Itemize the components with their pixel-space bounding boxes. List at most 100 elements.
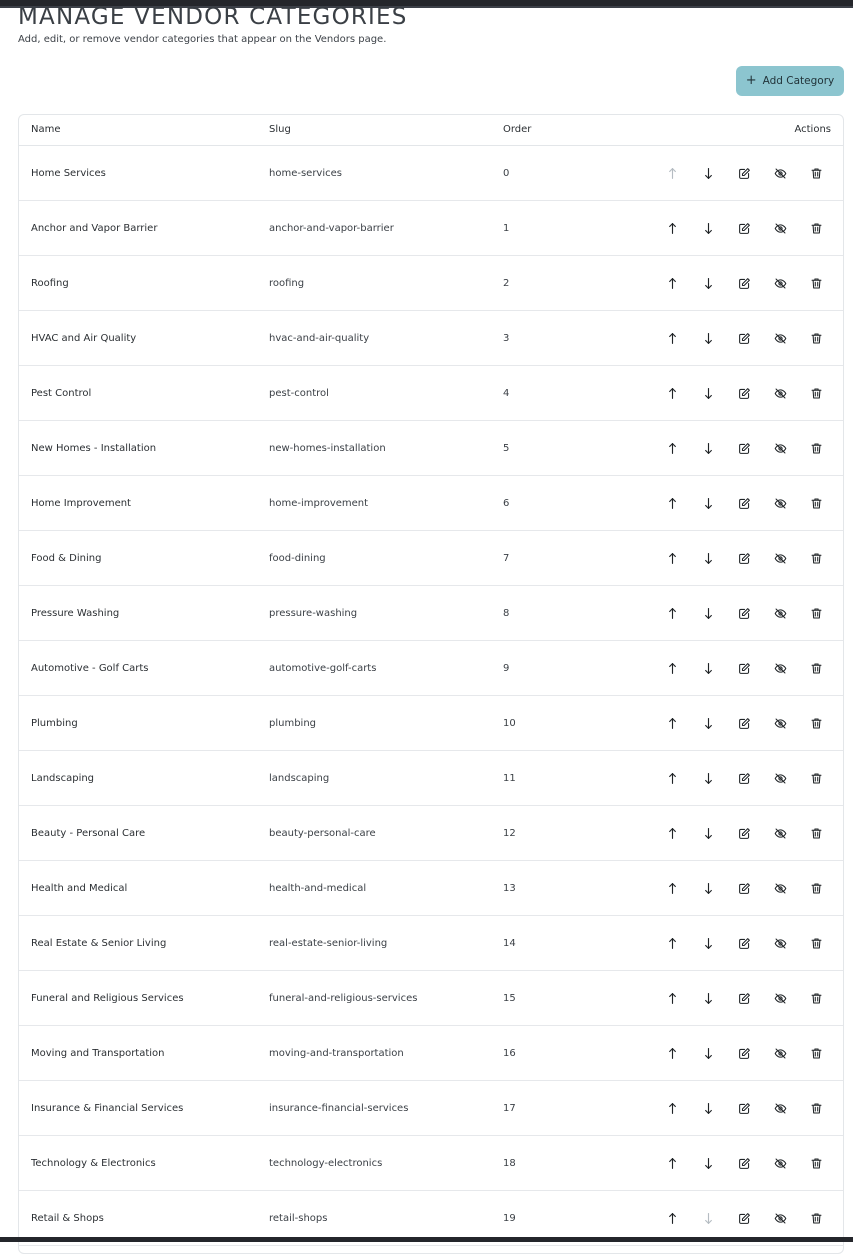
hide-button[interactable] — [771, 824, 789, 842]
delete-button[interactable] — [807, 494, 825, 512]
hide-button[interactable] — [771, 879, 789, 897]
edit-button[interactable] — [735, 1099, 753, 1117]
edit-button[interactable] — [735, 439, 753, 457]
edit-button[interactable] — [735, 604, 753, 622]
move-down-button[interactable] — [699, 549, 717, 567]
delete-button[interactable] — [807, 934, 825, 952]
edit-button[interactable] — [735, 164, 753, 182]
delete-button[interactable] — [807, 824, 825, 842]
edit-button[interactable] — [735, 1154, 753, 1172]
move-up-button[interactable] — [663, 1154, 681, 1172]
move-down-button[interactable] — [699, 439, 717, 457]
hide-button[interactable] — [771, 549, 789, 567]
delete-button[interactable] — [807, 1044, 825, 1062]
move-up-button[interactable] — [663, 219, 681, 237]
edit-button[interactable] — [735, 769, 753, 787]
edit-button[interactable] — [735, 219, 753, 237]
move-up-button[interactable] — [663, 824, 681, 842]
move-down-button[interactable] — [699, 219, 717, 237]
move-down-button[interactable] — [699, 934, 717, 952]
hide-button[interactable] — [771, 1099, 789, 1117]
edit-button[interactable] — [735, 714, 753, 732]
delete-button[interactable] — [807, 659, 825, 677]
delete-button[interactable] — [807, 329, 825, 347]
hide-button[interactable] — [771, 769, 789, 787]
hide-button[interactable] — [771, 439, 789, 457]
move-up-button[interactable] — [663, 329, 681, 347]
hide-button[interactable] — [771, 1154, 789, 1172]
hide-button[interactable] — [771, 274, 789, 292]
delete-button[interactable] — [807, 769, 825, 787]
delete-button[interactable] — [807, 439, 825, 457]
move-down-button[interactable] — [699, 879, 717, 897]
edit-button[interactable] — [735, 384, 753, 402]
edit-button[interactable] — [735, 329, 753, 347]
category-name-cell: Roofing — [31, 278, 69, 289]
move-up-button[interactable] — [663, 549, 681, 567]
move-up-button[interactable] — [663, 714, 681, 732]
edit-button[interactable] — [735, 659, 753, 677]
move-down-button[interactable] — [699, 604, 717, 622]
hide-button[interactable] — [771, 934, 789, 952]
delete-button[interactable] — [807, 549, 825, 567]
edit-button[interactable] — [735, 1044, 753, 1062]
move-down-button[interactable] — [699, 384, 717, 402]
move-down-button[interactable] — [699, 274, 717, 292]
delete-button[interactable] — [807, 604, 825, 622]
move-up-button[interactable] — [663, 274, 681, 292]
edit-button[interactable] — [735, 879, 753, 897]
hide-button[interactable] — [771, 219, 789, 237]
move-down-button[interactable] — [699, 164, 717, 182]
move-up-button[interactable] — [663, 989, 681, 1007]
edit-button[interactable] — [735, 934, 753, 952]
move-down-button[interactable] — [699, 1154, 717, 1172]
move-up-button[interactable] — [663, 384, 681, 402]
hide-button[interactable] — [771, 604, 789, 622]
hide-button[interactable] — [771, 329, 789, 347]
move-up-button[interactable] — [663, 769, 681, 787]
delete-button[interactable] — [807, 1099, 825, 1117]
move-up-button[interactable] — [663, 659, 681, 677]
delete-button[interactable] — [807, 164, 825, 182]
edit-button[interactable] — [735, 1209, 753, 1227]
delete-button[interactable] — [807, 274, 825, 292]
move-up-button[interactable] — [663, 879, 681, 897]
hide-button[interactable] — [771, 659, 789, 677]
delete-button[interactable] — [807, 384, 825, 402]
move-up-button[interactable] — [663, 1044, 681, 1062]
delete-button[interactable] — [807, 879, 825, 897]
hide-button[interactable] — [771, 989, 789, 1007]
move-down-button[interactable] — [699, 1044, 717, 1062]
hide-button[interactable] — [771, 494, 789, 512]
delete-button[interactable] — [807, 219, 825, 237]
hide-button[interactable] — [771, 384, 789, 402]
move-up-button[interactable] — [663, 1209, 681, 1227]
edit-button[interactable] — [735, 494, 753, 512]
move-up-button[interactable] — [663, 1099, 681, 1117]
move-up-button[interactable] — [663, 604, 681, 622]
move-up-button[interactable] — [663, 439, 681, 457]
move-up-button[interactable] — [663, 494, 681, 512]
delete-button[interactable] — [807, 989, 825, 1007]
move-down-button[interactable] — [699, 494, 717, 512]
move-up-button[interactable] — [663, 934, 681, 952]
move-down-button[interactable] — [699, 769, 717, 787]
move-down-button[interactable] — [699, 659, 717, 677]
move-down-button[interactable] — [699, 824, 717, 842]
move-down-button[interactable] — [699, 1099, 717, 1117]
hide-button[interactable] — [771, 164, 789, 182]
move-down-button[interactable] — [699, 329, 717, 347]
move-down-button[interactable] — [699, 714, 717, 732]
add-category-button[interactable]: + Add Category — [736, 66, 844, 96]
edit-button[interactable] — [735, 549, 753, 567]
edit-button[interactable] — [735, 824, 753, 842]
edit-button[interactable] — [735, 989, 753, 1007]
move-down-button[interactable] — [699, 989, 717, 1007]
delete-button[interactable] — [807, 1209, 825, 1227]
hide-button[interactable] — [771, 1044, 789, 1062]
delete-button[interactable] — [807, 1154, 825, 1172]
delete-button[interactable] — [807, 714, 825, 732]
hide-button[interactable] — [771, 714, 789, 732]
hide-button[interactable] — [771, 1209, 789, 1227]
edit-button[interactable] — [735, 274, 753, 292]
